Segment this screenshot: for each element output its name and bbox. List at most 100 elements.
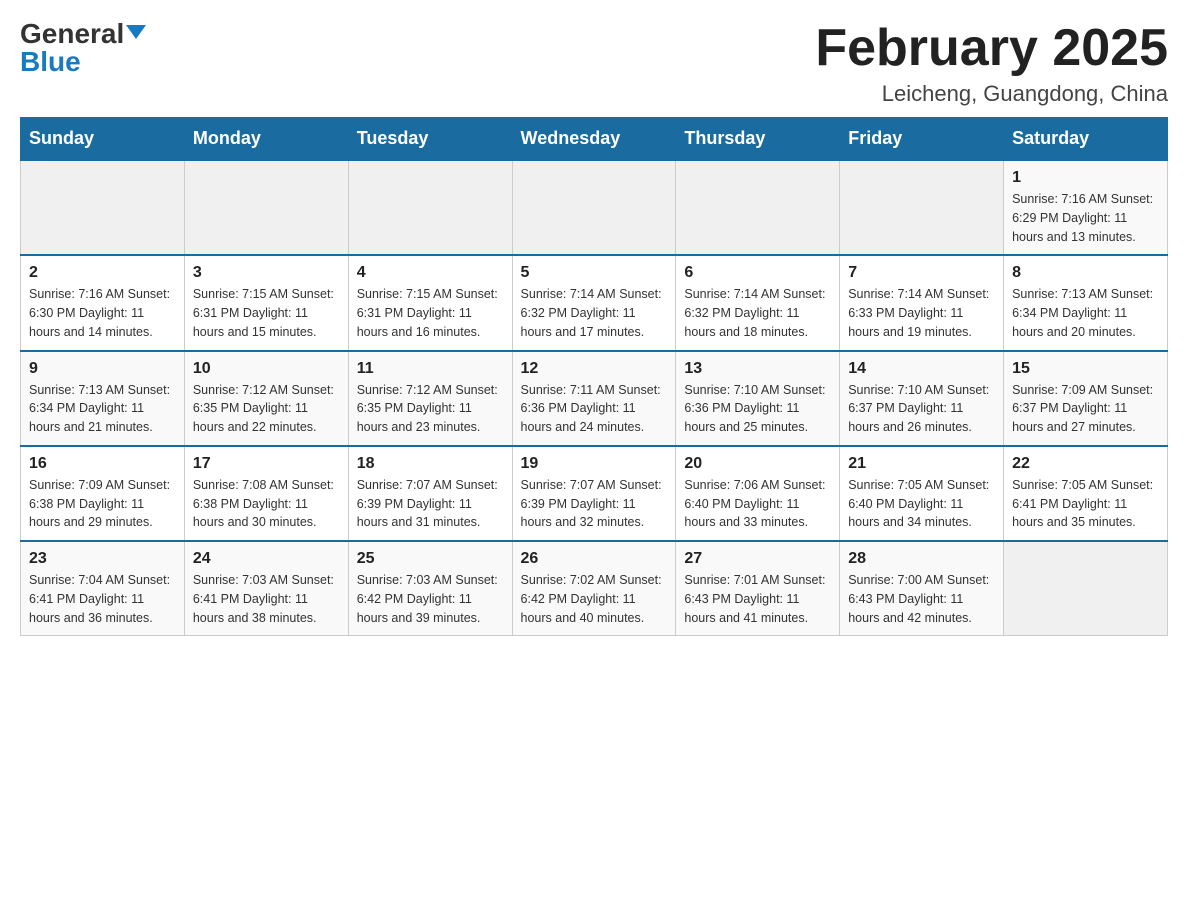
day-number: 27 — [684, 550, 831, 568]
day-info: Sunrise: 7:04 AM Sunset: 6:41 PM Dayligh… — [29, 571, 176, 627]
day-info: Sunrise: 7:10 AM Sunset: 6:36 PM Dayligh… — [684, 381, 831, 437]
day-number: 1 — [1012, 169, 1159, 187]
calendar-cell: 14 Sunrise: 7:10 AM Sunset: 6:37 PM Dayli… — [840, 351, 1004, 446]
calendar-week-row: 16 Sunrise: 7:09 AM Sunset: 6:38 PM Dayli… — [21, 446, 1168, 541]
day-number: 23 — [29, 550, 176, 568]
calendar-cell: 24 Sunrise: 7:03 AM Sunset: 6:41 PM Dayli… — [184, 541, 348, 636]
day-number: 12 — [521, 360, 668, 378]
calendar-cell: 28Sunrise: 7:00 AM Sunset: 6:43 PM Dayli… — [840, 541, 1004, 636]
calendar-cell: 11 Sunrise: 7:12 AM Sunset: 6:35 PM Dayli… — [348, 351, 512, 446]
day-number: 7 — [848, 264, 995, 282]
calendar-cell: 20 Sunrise: 7:06 AM Sunset: 6:40 PM Dayli… — [676, 446, 840, 541]
calendar-cell: 22Sunrise: 7:05 AM Sunset: 6:41 PM Dayli… — [1004, 446, 1168, 541]
calendar-cell — [676, 160, 840, 255]
calendar-cell: 21 Sunrise: 7:05 AM Sunset: 6:40 PM Dayli… — [840, 446, 1004, 541]
day-number: 5 — [521, 264, 668, 282]
day-number: 20 — [684, 455, 831, 473]
day-number: 4 — [357, 264, 504, 282]
calendar-cell: 18 Sunrise: 7:07 AM Sunset: 6:39 PM Dayli… — [348, 446, 512, 541]
day-info: Sunrise: 7:07 AM Sunset: 6:39 PM Dayligh… — [521, 476, 668, 532]
calendar-cell: 8Sunrise: 7:13 AM Sunset: 6:34 PM Daylig… — [1004, 255, 1168, 350]
day-info: Sunrise: 7:15 AM Sunset: 6:31 PM Dayligh… — [357, 285, 504, 341]
logo-triangle-icon — [126, 25, 146, 39]
day-number: 25 — [357, 550, 504, 568]
calendar-cell: 13 Sunrise: 7:10 AM Sunset: 6:36 PM Dayli… — [676, 351, 840, 446]
day-info: Sunrise: 7:14 AM Sunset: 6:32 PM Dayligh… — [521, 285, 668, 341]
calendar-cell: 2Sunrise: 7:16 AM Sunset: 6:30 PM Daylig… — [21, 255, 185, 350]
day-info: Sunrise: 7:13 AM Sunset: 6:34 PM Dayligh… — [29, 381, 176, 437]
day-number: 11 — [357, 360, 504, 378]
day-of-week-header: Sunday — [21, 118, 185, 161]
day-info: Sunrise: 7:07 AM Sunset: 6:39 PM Dayligh… — [357, 476, 504, 532]
calendar-cell: 16 Sunrise: 7:09 AM Sunset: 6:38 PM Dayli… — [21, 446, 185, 541]
month-title: February 2025 — [815, 20, 1168, 77]
day-number: 21 — [848, 455, 995, 473]
day-info: Sunrise: 7:11 AM Sunset: 6:36 PM Dayligh… — [521, 381, 668, 437]
day-info: Sunrise: 7:09 AM Sunset: 6:37 PM Dayligh… — [1012, 381, 1159, 437]
day-info: Sunrise: 7:08 AM Sunset: 6:38 PM Dayligh… — [193, 476, 340, 532]
calendar-cell: 7 Sunrise: 7:14 AM Sunset: 6:33 PM Daylig… — [840, 255, 1004, 350]
calendar-cell — [840, 160, 1004, 255]
calendar-week-row: 1Sunrise: 7:16 AM Sunset: 6:29 PM Daylig… — [21, 160, 1168, 255]
calendar-cell: 17 Sunrise: 7:08 AM Sunset: 6:38 PM Dayli… — [184, 446, 348, 541]
day-number: 24 — [193, 550, 340, 568]
calendar-cell: 26 Sunrise: 7:02 AM Sunset: 6:42 PM Dayli… — [512, 541, 676, 636]
day-info: Sunrise: 7:09 AM Sunset: 6:38 PM Dayligh… — [29, 476, 176, 532]
title-block: February 2025 Leicheng, Guangdong, China — [815, 20, 1168, 107]
day-info: Sunrise: 7:05 AM Sunset: 6:41 PM Dayligh… — [1012, 476, 1159, 532]
logo-blue-text: Blue — [20, 48, 81, 76]
day-number: 26 — [521, 550, 668, 568]
day-number: 3 — [193, 264, 340, 282]
day-number: 18 — [357, 455, 504, 473]
day-number: 13 — [684, 360, 831, 378]
calendar-cell: 9 Sunrise: 7:13 AM Sunset: 6:34 PM Daylig… — [21, 351, 185, 446]
logo-general-text: General — [20, 20, 124, 48]
calendar-cell: 4 Sunrise: 7:15 AM Sunset: 6:31 PM Daylig… — [348, 255, 512, 350]
calendar-cell: 27Sunrise: 7:01 AM Sunset: 6:43 PM Dayli… — [676, 541, 840, 636]
calendar-week-row: 9 Sunrise: 7:13 AM Sunset: 6:34 PM Daylig… — [21, 351, 1168, 446]
day-number: 16 — [29, 455, 176, 473]
calendar-cell — [348, 160, 512, 255]
day-number: 6 — [684, 264, 831, 282]
calendar-week-row: 23 Sunrise: 7:04 AM Sunset: 6:41 PM Dayli… — [21, 541, 1168, 636]
day-number: 9 — [29, 360, 176, 378]
day-info: Sunrise: 7:05 AM Sunset: 6:40 PM Dayligh… — [848, 476, 995, 532]
day-number: 10 — [193, 360, 340, 378]
calendar-cell: 3 Sunrise: 7:15 AM Sunset: 6:31 PM Daylig… — [184, 255, 348, 350]
page-header: General Blue February 2025 Leicheng, Gua… — [20, 20, 1168, 107]
day-info: Sunrise: 7:12 AM Sunset: 6:35 PM Dayligh… — [193, 381, 340, 437]
calendar-header-row: SundayMondayTuesdayWednesdayThursdayFrid… — [21, 118, 1168, 161]
calendar-cell — [184, 160, 348, 255]
day-number: 14 — [848, 360, 995, 378]
calendar-cell: 19 Sunrise: 7:07 AM Sunset: 6:39 PM Dayli… — [512, 446, 676, 541]
day-info: Sunrise: 7:06 AM Sunset: 6:40 PM Dayligh… — [684, 476, 831, 532]
day-info: Sunrise: 7:15 AM Sunset: 6:31 PM Dayligh… — [193, 285, 340, 341]
day-info: Sunrise: 7:14 AM Sunset: 6:33 PM Dayligh… — [848, 285, 995, 341]
day-of-week-header: Thursday — [676, 118, 840, 161]
calendar-cell: 6Sunrise: 7:14 AM Sunset: 6:32 PM Daylig… — [676, 255, 840, 350]
day-info: Sunrise: 7:16 AM Sunset: 6:30 PM Dayligh… — [29, 285, 176, 341]
calendar-cell — [512, 160, 676, 255]
calendar-cell — [1004, 541, 1168, 636]
day-of-week-header: Friday — [840, 118, 1004, 161]
calendar-cell: 25 Sunrise: 7:03 AM Sunset: 6:42 PM Dayli… — [348, 541, 512, 636]
day-info: Sunrise: 7:03 AM Sunset: 6:42 PM Dayligh… — [357, 571, 504, 627]
calendar-cell: 12 Sunrise: 7:11 AM Sunset: 6:36 PM Dayli… — [512, 351, 676, 446]
day-info: Sunrise: 7:00 AM Sunset: 6:43 PM Dayligh… — [848, 571, 995, 627]
calendar-cell: 5 Sunrise: 7:14 AM Sunset: 6:32 PM Daylig… — [512, 255, 676, 350]
day-info: Sunrise: 7:10 AM Sunset: 6:37 PM Dayligh… — [848, 381, 995, 437]
day-info: Sunrise: 7:03 AM Sunset: 6:41 PM Dayligh… — [193, 571, 340, 627]
day-number: 19 — [521, 455, 668, 473]
day-info: Sunrise: 7:02 AM Sunset: 6:42 PM Dayligh… — [521, 571, 668, 627]
day-number: 15 — [1012, 360, 1159, 378]
day-of-week-header: Tuesday — [348, 118, 512, 161]
calendar-cell: 1Sunrise: 7:16 AM Sunset: 6:29 PM Daylig… — [1004, 160, 1168, 255]
day-of-week-header: Monday — [184, 118, 348, 161]
day-of-week-header: Saturday — [1004, 118, 1168, 161]
day-number: 17 — [193, 455, 340, 473]
day-info: Sunrise: 7:12 AM Sunset: 6:35 PM Dayligh… — [357, 381, 504, 437]
calendar-cell — [21, 160, 185, 255]
calendar-cell: 23 Sunrise: 7:04 AM Sunset: 6:41 PM Dayli… — [21, 541, 185, 636]
day-info: Sunrise: 7:13 AM Sunset: 6:34 PM Dayligh… — [1012, 285, 1159, 341]
calendar-cell: 15 Sunrise: 7:09 AM Sunset: 6:37 PM Dayli… — [1004, 351, 1168, 446]
